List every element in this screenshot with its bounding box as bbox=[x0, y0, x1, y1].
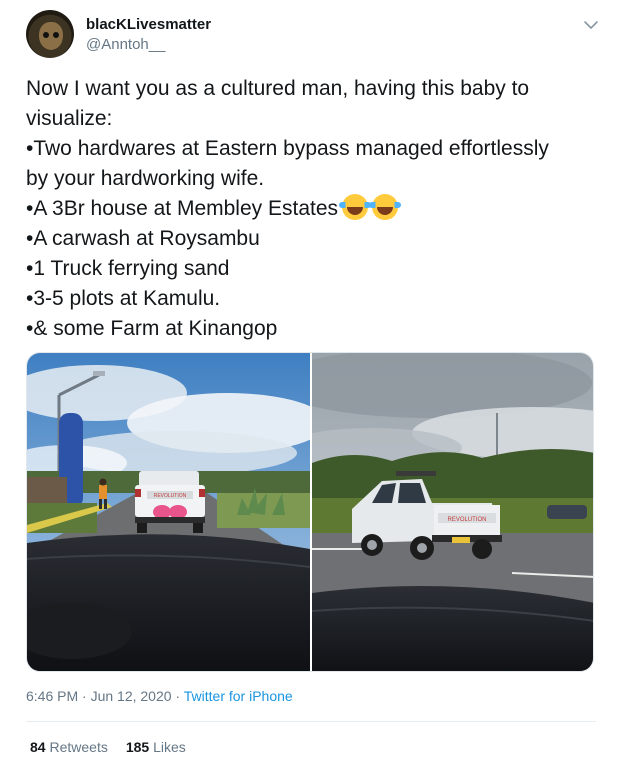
retweets-stat[interactable]: 84 Retweets bbox=[30, 739, 108, 755]
face-with-tears-of-joy-emoji bbox=[339, 194, 372, 220]
avatar-eye-left bbox=[43, 32, 49, 38]
tweet-line: Now I want you as a cultured man, having… bbox=[26, 77, 530, 100]
tweet-line: •Two hardwares at Eastern bypass managed… bbox=[26, 137, 549, 160]
user-handle[interactable]: @Anntoh__ bbox=[86, 36, 165, 53]
tweet-header: blacKLivesmatter @Anntoh__ bbox=[24, 10, 604, 60]
tweet-line: •A 3Br house at Membley Estates bbox=[26, 197, 339, 220]
tweet-card: blacKLivesmatter @Anntoh__ Now I want yo… bbox=[0, 0, 621, 772]
face-with-tears-of-joy-emoji bbox=[369, 194, 402, 220]
tweet-media: REVOLUTION REVOLUTION bbox=[26, 352, 594, 672]
tweet-line: by your hardworking wife. bbox=[26, 167, 265, 190]
tweet-line: •3-5 plots at Kamulu. bbox=[26, 287, 221, 310]
tweet-text: Now I want you as a cultured man, having… bbox=[26, 74, 601, 344]
timestamp[interactable]: 6:46 PM · Jun 12, 2020 bbox=[26, 688, 172, 704]
retweets-count: 84 bbox=[30, 739, 46, 755]
retweets-label: Retweets bbox=[49, 739, 108, 755]
tweet-line-with-emoji: •A 3Br house at Membley Estates bbox=[26, 194, 601, 224]
divider bbox=[26, 721, 596, 722]
tweet-stats: 84 Retweets 185 Likes bbox=[30, 739, 186, 755]
chevron-down-icon[interactable] bbox=[582, 16, 600, 34]
likes-count: 185 bbox=[125, 739, 150, 755]
display-name[interactable]: blacKLivesmatter bbox=[86, 16, 211, 33]
photo-right[interactable]: REVOLUTION bbox=[312, 353, 593, 671]
avatar-eye-right bbox=[53, 32, 59, 38]
meta-separator: · bbox=[171, 688, 184, 704]
tweet-line: visualize: bbox=[26, 107, 113, 130]
likes-stat[interactable]: 185 Likes bbox=[126, 739, 186, 755]
likes-label: Likes bbox=[153, 739, 186, 755]
photo-right-image: REVOLUTION bbox=[312, 353, 593, 671]
tweet-line: •1 Truck ferrying sand bbox=[26, 257, 230, 280]
left-plate-text: REVOLUTION bbox=[154, 493, 187, 499]
tweet-line: •& some Farm at Kinangop bbox=[26, 317, 278, 340]
tweet-meta: 6:46 PM · Jun 12, 2020 · Twitter for iPh… bbox=[26, 688, 293, 704]
right-plate-text: REVOLUTION bbox=[447, 517, 486, 523]
photo-left[interactable]: REVOLUTION bbox=[27, 353, 310, 671]
source-link[interactable]: Twitter for iPhone bbox=[184, 688, 293, 704]
avatar[interactable] bbox=[26, 10, 74, 58]
photo-left-image: REVOLUTION bbox=[27, 353, 310, 671]
tweet-line: •A carwash at Roysambu bbox=[26, 227, 260, 250]
